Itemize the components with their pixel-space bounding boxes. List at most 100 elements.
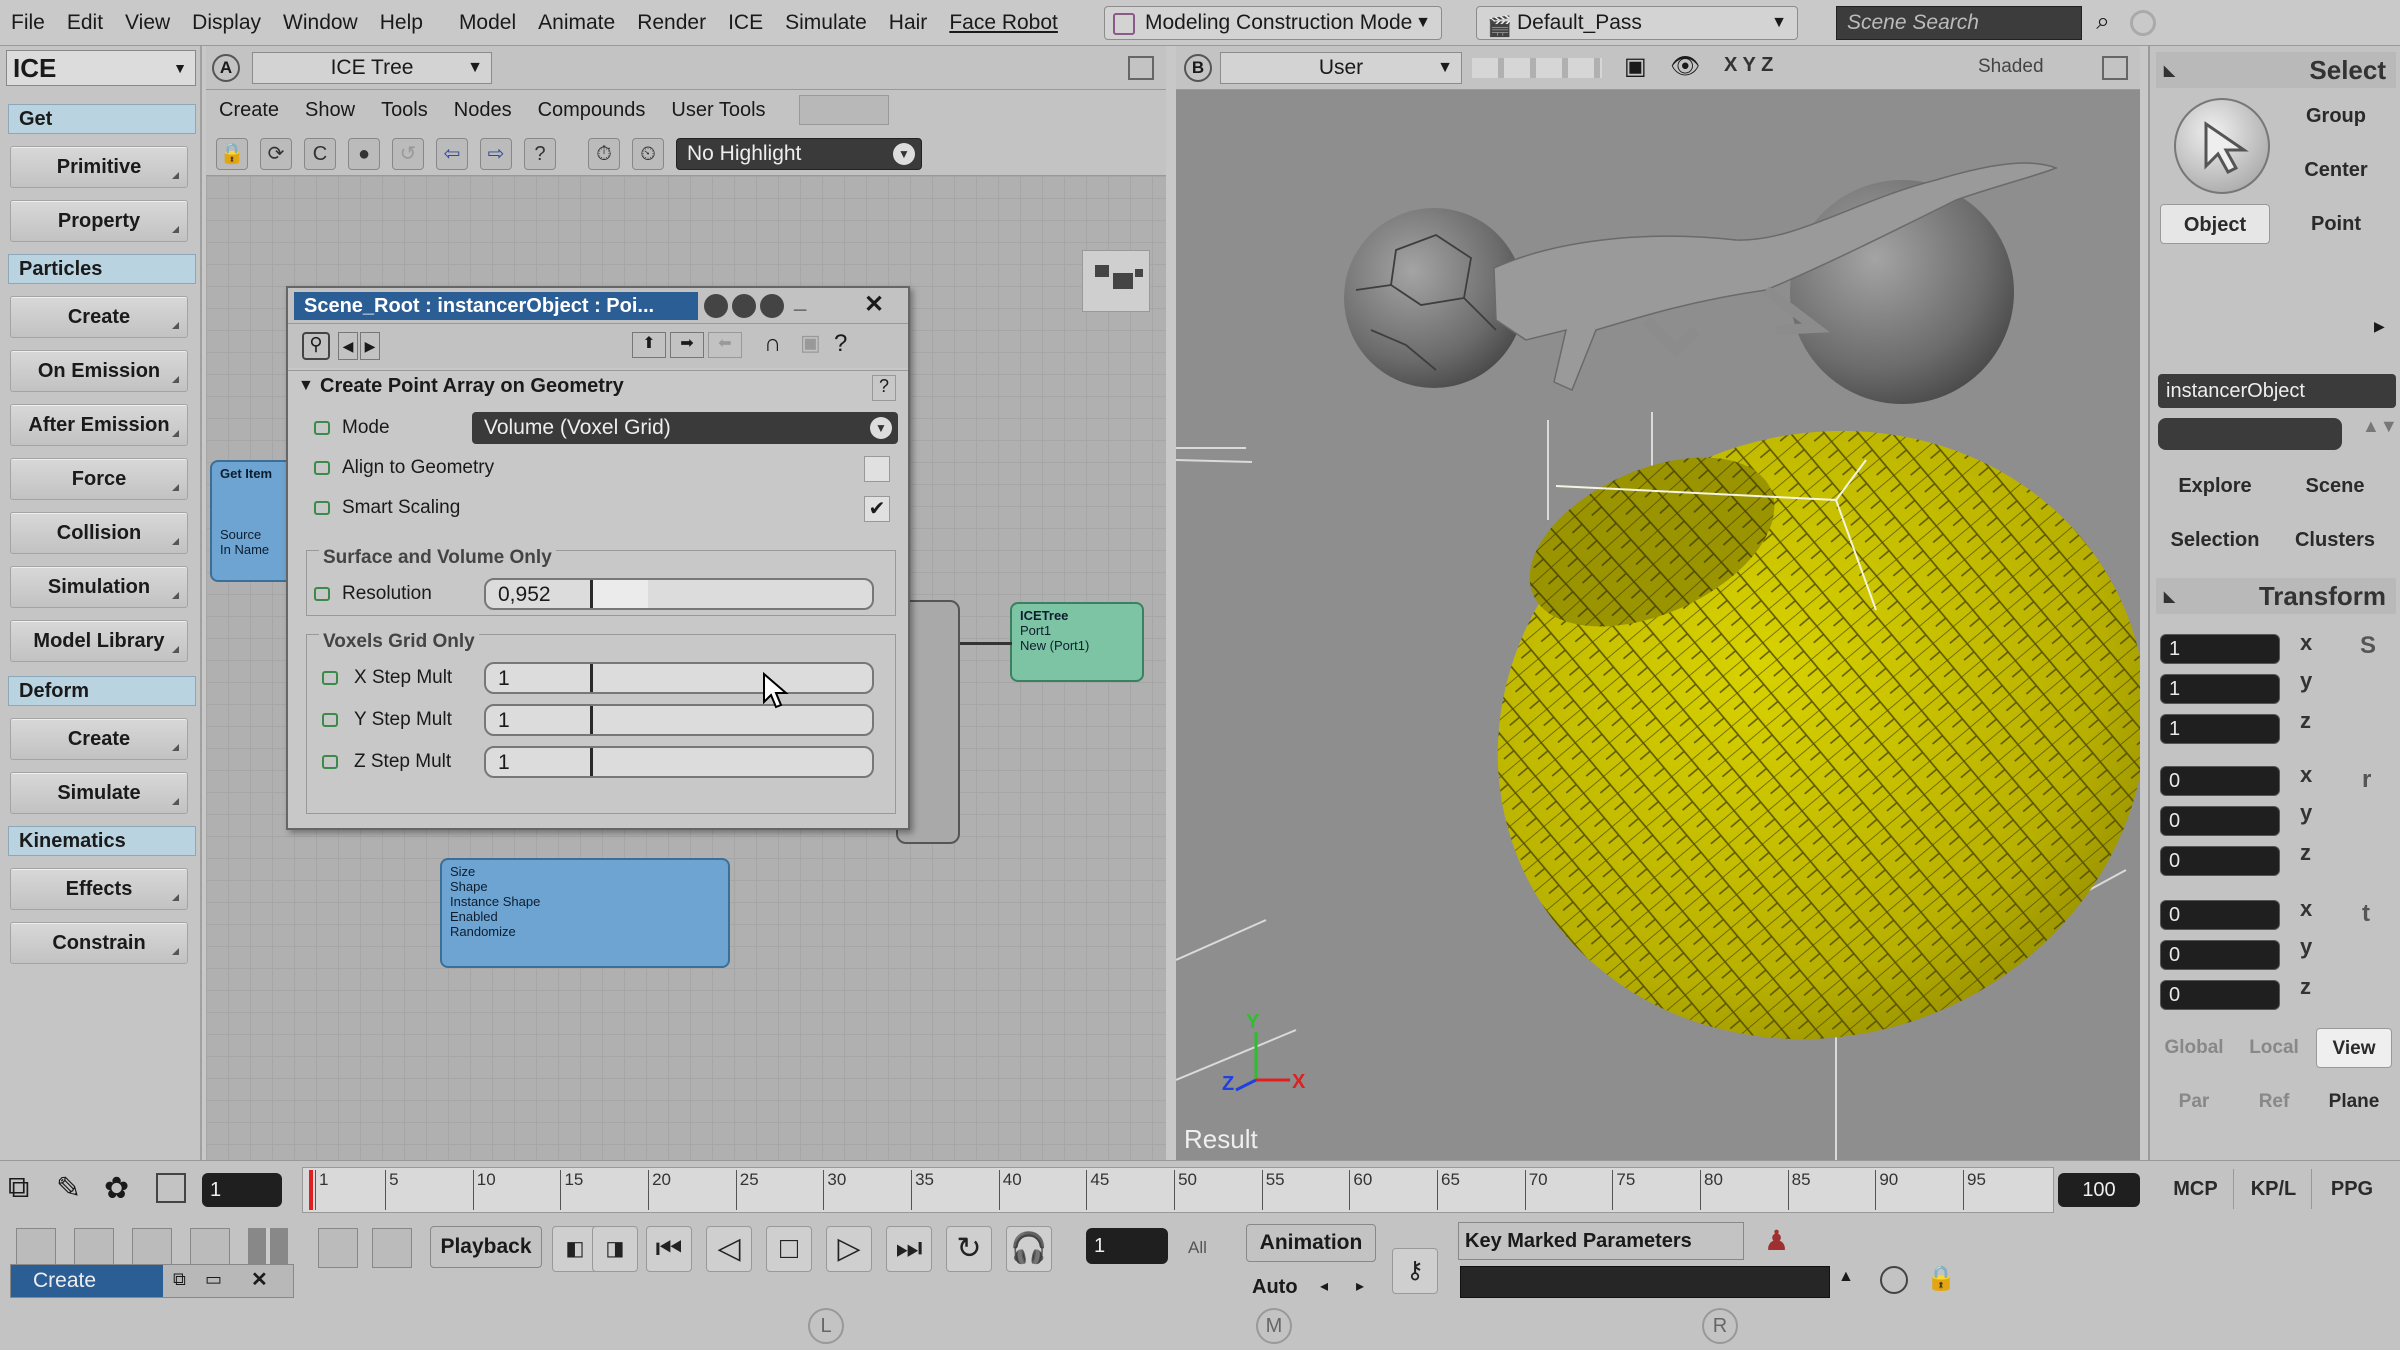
menu-view[interactable]: View <box>114 0 181 46</box>
rotate-x-label[interactable]: x <box>2300 762 2312 788</box>
effects-button[interactable]: Effects <box>10 868 188 910</box>
revert-icon[interactable]: ⬅ <box>708 332 742 358</box>
construction-mode-dropdown[interactable]: Modeling Construction Mode ▼ <box>1104 6 1442 40</box>
menu-file[interactable]: File <box>0 0 56 46</box>
rotate-z-label[interactable]: z <box>2300 840 2311 866</box>
smart-checkbox[interactable]: ✔ <box>864 496 890 522</box>
loop-icon[interactable]: ↻ <box>946 1226 992 1272</box>
group-button[interactable]: Group <box>2280 96 2392 136</box>
property-button[interactable]: Property <box>10 200 188 242</box>
back-icon[interactable]: ⇦ <box>436 138 468 170</box>
select-arrow-button[interactable] <box>2174 98 2270 194</box>
select-header[interactable]: ◣ Select <box>2156 52 2396 88</box>
section-get[interactable]: Get <box>8 104 196 134</box>
section-help-icon[interactable]: ? <box>872 375 896 401</box>
current-frame-field[interactable]: 1 <box>1086 1228 1168 1264</box>
zstep-slider[interactable]: 1 <box>484 746 874 778</box>
toolbar-title[interactable]: ICE ▼ <box>6 50 196 86</box>
xstep-slider[interactable]: 1 <box>484 662 874 694</box>
ice-menu-compounds[interactable]: Compounds <box>525 99 659 122</box>
menu-window[interactable]: Window <box>272 0 369 46</box>
timeline-ruler[interactable]: 1 5 10 15 20 25 30 35 40 45 50 55 60 65 70 75 80 85 90 95 <box>302 1167 2054 1213</box>
instance-shape-node[interactable]: Size Shape Instance Shape Enabled Random… <box>440 858 730 968</box>
ppg-titlebar[interactable]: Scene_Root : instancerObject : Poi... _ … <box>288 288 908 324</box>
resolution-animatable-icon[interactable] <box>314 587 330 601</box>
icetree-root-node[interactable]: ICETree Port1 New (Port1) <box>1010 602 1144 682</box>
translate-x-field[interactable]: 0 <box>2160 900 2280 930</box>
float-icon[interactable]: ⧉ <box>173 1269 186 1290</box>
menu-model[interactable]: Model <box>448 0 527 46</box>
deform-simulate-button[interactable]: Simulate <box>10 772 188 814</box>
menu-edit[interactable]: Edit <box>56 0 114 46</box>
simulation-button[interactable]: Simulation <box>10 566 188 608</box>
scroll-arrows-icon[interactable]: ▲▼ <box>2362 416 2398 437</box>
get-data-node[interactable]: Get Item Source In Name <box>210 460 296 582</box>
graph-overview-icon[interactable] <box>1082 250 1150 312</box>
clear-icon[interactable]: C <box>304 138 336 170</box>
parameter-field[interactable] <box>1460 1266 1830 1298</box>
rotate-y-label[interactable]: y <box>2300 800 2312 826</box>
translate-icon[interactable]: t <box>2362 900 2370 928</box>
ppg-recycle-icon[interactable] <box>704 294 728 318</box>
layout-2-icon[interactable] <box>74 1228 114 1268</box>
kpl-tab[interactable]: KP/L <box>2236 1169 2312 1209</box>
ice-menu-user-tools[interactable]: User Tools <box>658 99 778 122</box>
scale-z-field[interactable]: 1 <box>2160 714 2280 744</box>
scale-y-field[interactable]: 1 <box>2160 674 2280 704</box>
translate-y-field[interactable]: 0 <box>2160 940 2280 970</box>
primitive-button[interactable]: Primitive <box>10 146 188 188</box>
timer-icon[interactable]: ⏱ <box>588 138 620 170</box>
ice-tree-view-dropdown[interactable]: ICE Tree ▼ <box>252 52 492 84</box>
global-button[interactable]: Global <box>2156 1028 2232 1068</box>
menu-ice[interactable]: ICE <box>717 0 774 46</box>
menu-animate[interactable]: Animate <box>527 0 626 46</box>
scale-x-label[interactable]: x <box>2300 630 2312 656</box>
layout-3-icon[interactable] <box>132 1228 172 1268</box>
rotate-y-field[interactable]: 0 <box>2160 806 2280 836</box>
up-arrow-icon[interactable]: ▲ <box>1838 1268 1854 1286</box>
node-port-enabled[interactable]: Enabled <box>450 909 720 924</box>
view-button[interactable]: View <box>2316 1028 2392 1068</box>
after-emission-button[interactable]: After Emission <box>10 404 188 446</box>
ref-button[interactable]: Ref <box>2236 1082 2312 1122</box>
object-button[interactable]: Object <box>2160 204 2270 244</box>
triangle-right-icon[interactable]: ▶ <box>2374 318 2385 335</box>
menu-simulate[interactable]: Simulate <box>774 0 878 46</box>
search-icon[interactable]: ⌕ <box>2088 8 2118 38</box>
mode-animatable-icon[interactable] <box>314 421 330 435</box>
start-frame-field[interactable]: 1 <box>202 1173 282 1207</box>
menu-display[interactable]: Display <box>181 0 272 46</box>
zstep-animatable-icon[interactable] <box>322 755 338 769</box>
lock-icon[interactable]: 🔒 <box>216 138 248 170</box>
3d-viewport[interactable]: Y X Z Result <box>1176 90 2140 1160</box>
rotate-z-field[interactable]: 0 <box>2160 846 2280 876</box>
character-key-icon[interactable]: ♟ <box>1764 1224 1789 1257</box>
view-layout-icons[interactable] <box>1472 58 1602 78</box>
split-view-icon[interactable] <box>156 1173 186 1203</box>
key-marked-params-button[interactable]: Key Marked Parameters <box>1458 1222 1744 1260</box>
create-tab[interactable]: Create <box>11 1265 163 1297</box>
maximize-icon[interactable] <box>2102 56 2128 80</box>
mode-dropdown[interactable]: Volume (Voxel Grid) ▼ <box>472 412 898 444</box>
layout-6-icon[interactable] <box>318 1228 358 1268</box>
palette-icon[interactable]: ✿ <box>104 1171 129 1206</box>
help-icon[interactable]: ? <box>524 138 556 170</box>
play-forward-icon[interactable]: ▷ <box>826 1226 872 1272</box>
get-node-port-source[interactable]: Source <box>220 527 286 542</box>
layout-grid-icon[interactable] <box>248 1228 288 1268</box>
window-icon[interactable]: ▭ <box>205 1269 222 1290</box>
local-button[interactable]: Local <box>2236 1028 2312 1068</box>
next-key-icon[interactable]: ◨ <box>592 1226 638 1272</box>
ice-menu-nodes[interactable]: Nodes <box>441 99 525 122</box>
par-button[interactable]: Par <box>2156 1082 2232 1122</box>
preset-icon[interactable]: ● <box>348 138 380 170</box>
lock-icon[interactable]: 🔒 <box>1926 1264 1956 1293</box>
ystep-slider[interactable]: 1 <box>484 704 874 736</box>
layout-4-icon[interactable] <box>190 1228 230 1268</box>
performance-icon[interactable]: ⏲ <box>632 138 664 170</box>
animation-menu-button[interactable]: Animation <box>1246 1224 1376 1262</box>
highlight-dropdown[interactable]: No Highlight ▼ <box>676 138 922 170</box>
options-icon[interactable] <box>1880 1266 1908 1294</box>
refresh-icon[interactable]: ⟳ <box>260 138 292 170</box>
display-mode-menu[interactable]: Shaded <box>1978 56 2044 78</box>
